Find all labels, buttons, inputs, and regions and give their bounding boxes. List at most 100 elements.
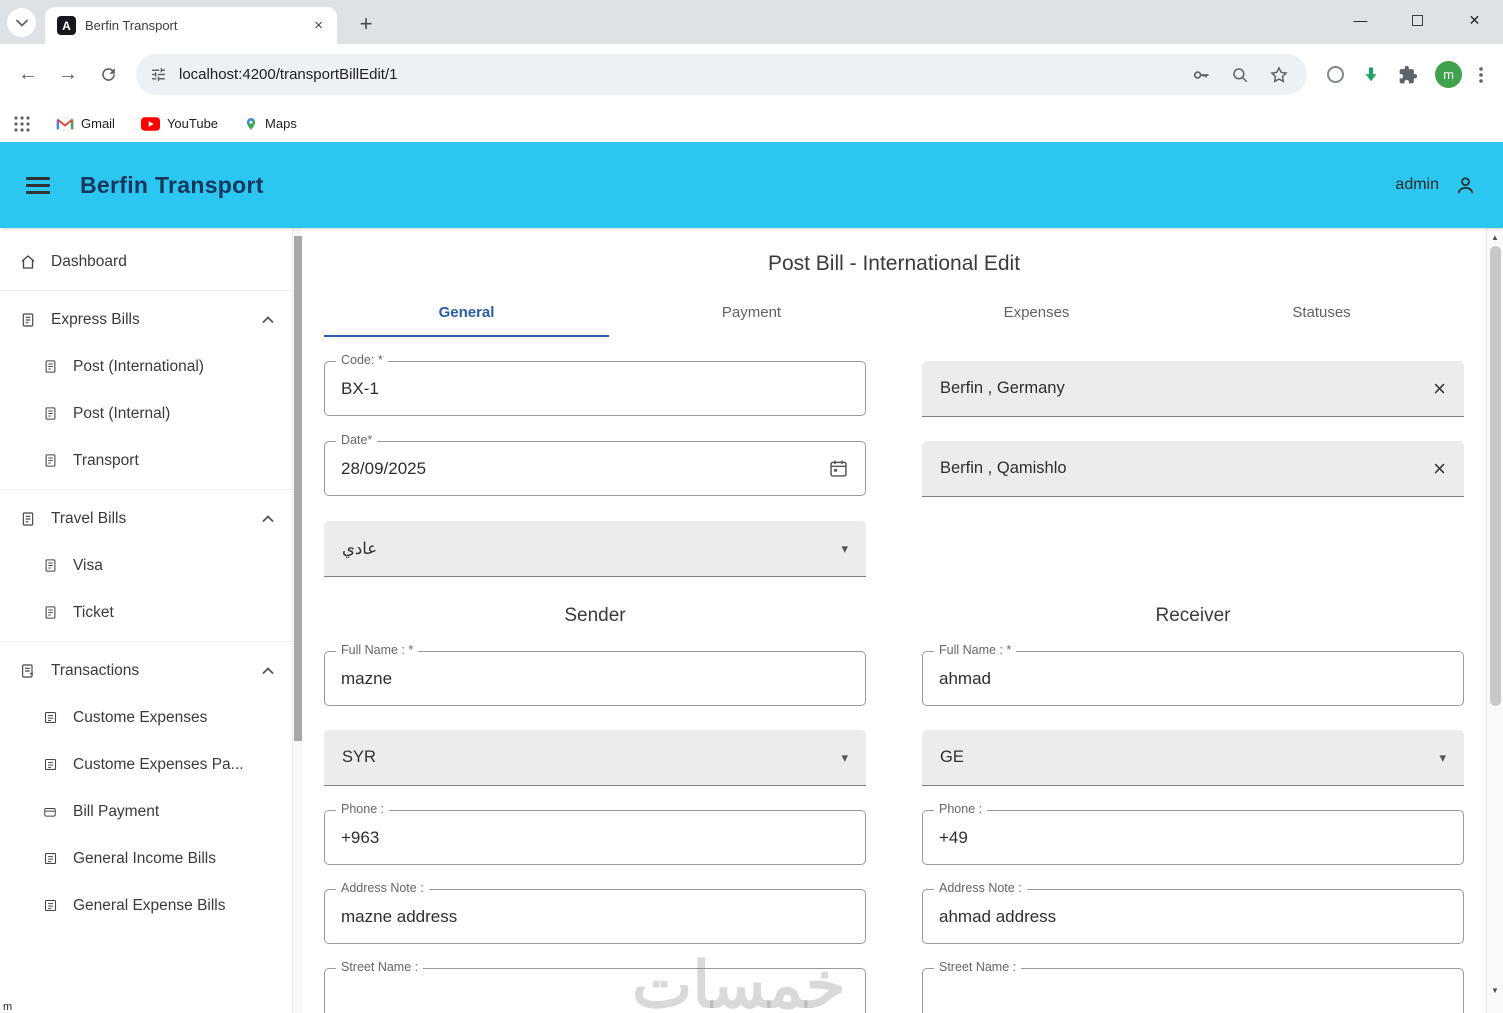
tab-title: Berfin Transport xyxy=(85,18,178,33)
reload-button[interactable] xyxy=(88,55,128,95)
window-close-button[interactable]: ✕ xyxy=(1446,0,1503,40)
scroll-up-arrow[interactable]: ▲ xyxy=(1487,233,1503,242)
chevron-up-icon xyxy=(262,514,274,522)
sender-address-note-field[interactable]: Address Note : mazne address xyxy=(324,881,866,944)
tab-payment[interactable]: Payment xyxy=(609,289,894,337)
menu-kebab-icon[interactable] xyxy=(1479,66,1483,83)
payment-card-icon xyxy=(40,805,60,819)
new-tab-button[interactable]: + xyxy=(351,9,381,39)
origin-branch-field[interactable]: Berfin , Germany × xyxy=(922,361,1464,417)
tab-search-button[interactable] xyxy=(7,8,36,37)
sidebar-item-label: Transport xyxy=(73,451,139,469)
username-text: admin xyxy=(1395,176,1439,193)
maximize-button[interactable] xyxy=(1389,0,1446,40)
sidebar-item-label: Visa xyxy=(73,556,103,574)
sender-country-value: SYR xyxy=(342,748,376,766)
tab-expenses[interactable]: Expenses xyxy=(894,289,1179,337)
sidebar-item-label: Ticket xyxy=(73,603,114,621)
header-user[interactable]: admin xyxy=(1395,174,1477,197)
code-value: BX-1 xyxy=(341,378,379,398)
code-label: Code: * xyxy=(336,353,388,367)
datepicker-toggle[interactable] xyxy=(828,458,849,479)
browser-tab[interactable]: A Berfin Transport × xyxy=(45,7,337,44)
url-text[interactable]: localhost:4200/transportBillEdit/1 xyxy=(179,66,1179,83)
bookmark-label: YouTube xyxy=(166,116,219,131)
sidebar-item-label: Custome Expenses Pa... xyxy=(73,755,244,773)
sidebar-item-bill-payment[interactable]: Bill Payment xyxy=(0,788,292,835)
extension-ring-icon[interactable] xyxy=(1327,66,1344,83)
forward-button[interactable]: → xyxy=(48,55,88,95)
profile-avatar[interactable]: m xyxy=(1435,61,1462,88)
sidebar-group-express-bills[interactable]: Express Bills xyxy=(0,296,292,343)
sender-country-select[interactable]: SYR ▾ xyxy=(324,730,866,786)
clear-icon[interactable]: × xyxy=(1433,377,1446,400)
receiver-country-select[interactable]: GE ▾ xyxy=(922,730,1464,786)
site-info-icon[interactable] xyxy=(150,66,167,83)
date-field[interactable]: Date* 28/09/2025 xyxy=(324,433,866,496)
app-title: Berfin Transport xyxy=(80,171,264,198)
receiver-address-note-field[interactable]: Address Note : ahmad address xyxy=(922,881,1464,944)
sidebar-item-label: Post (Internal) xyxy=(73,404,171,422)
password-key-icon[interactable] xyxy=(1191,65,1211,85)
chevron-down-icon: ▾ xyxy=(841,749,848,765)
receiver-full-name-field[interactable]: Full Name : * ahmad xyxy=(922,643,1464,706)
sidebar-item-custome-expenses-payment[interactable]: Custome Expenses Pa... xyxy=(0,741,292,788)
clear-icon[interactable]: × xyxy=(1433,457,1446,480)
sidebar-item-visa[interactable]: Visa xyxy=(0,542,292,589)
browser-toolbar: ← → localhost:4200/transportBillEdit/1 m xyxy=(0,44,1503,105)
minimize-button[interactable]: — xyxy=(1332,0,1389,40)
bookmark-label: Maps xyxy=(265,116,297,131)
receiver-country-value: GE xyxy=(940,748,964,766)
sidebar-item-general-income-bills[interactable]: General Income Bills xyxy=(0,835,292,882)
sender-street-name-field[interactable]: Street Name : xyxy=(324,960,866,1013)
sidebar-group-travel-bills[interactable]: Travel Bills xyxy=(0,495,292,542)
bill-icon xyxy=(40,452,60,469)
bookmark-star-icon[interactable] xyxy=(1269,65,1289,85)
tab-strip: A Berfin Transport × + — ✕ xyxy=(0,0,1503,44)
code-field[interactable]: Code: * BX-1 xyxy=(324,353,866,416)
zoom-icon[interactable] xyxy=(1231,66,1249,84)
tab-close-icon[interactable]: × xyxy=(310,15,327,36)
sender-heading: Sender xyxy=(564,605,626,626)
receiver-street-name-field[interactable]: Street Name : xyxy=(922,960,1464,1013)
sidebar-scrollbar-thumb[interactable] xyxy=(294,236,302,741)
angular-favicon-icon: A xyxy=(57,16,76,35)
sidebar-group-transactions[interactable]: Transactions xyxy=(0,647,292,694)
sidebar-scrollbar[interactable] xyxy=(292,228,302,1013)
main-scrollbar-thumb[interactable] xyxy=(1490,246,1501,706)
omnibox-icons xyxy=(1191,65,1293,85)
general-form: Code: * BX-1 Berfin , Germany × Date* 28… xyxy=(324,353,1464,1013)
bookmark-gmail[interactable]: Gmail xyxy=(56,116,115,131)
sender-phone-field[interactable]: Phone : +963 xyxy=(324,802,866,865)
apps-grid-icon[interactable] xyxy=(14,115,30,132)
extensions-puzzle-icon[interactable] xyxy=(1398,65,1418,85)
tab-general[interactable]: General xyxy=(324,289,609,337)
sender-full-name-field[interactable]: Full Name : * mazne xyxy=(324,643,866,706)
sidebar-item-ticket[interactable]: Ticket xyxy=(0,589,292,636)
bookmark-maps[interactable]: Maps xyxy=(244,116,297,132)
main-scrollbar[interactable]: ▲ ▼ xyxy=(1486,228,1503,1013)
destination-branch-field[interactable]: Berfin , Qamishlo × xyxy=(922,441,1464,497)
sidebar-item-label: Custome Expenses xyxy=(73,708,208,726)
back-button[interactable]: ← xyxy=(8,55,48,95)
sidebar-item-label: General Expense Bills xyxy=(73,896,226,914)
menu-hamburger-icon[interactable] xyxy=(26,176,50,194)
receiver-phone-field[interactable]: Phone : +49 xyxy=(922,802,1464,865)
sidebar-item-general-expense-bills[interactable]: General Expense Bills xyxy=(0,882,292,929)
download-arrow-icon[interactable] xyxy=(1361,65,1381,85)
app-header: Berfin Transport admin xyxy=(0,142,1503,228)
bill-type-select[interactable]: عادي ▾ xyxy=(324,521,866,577)
divider xyxy=(0,489,292,490)
tab-statuses[interactable]: Statuses xyxy=(1179,289,1464,337)
sidebar-item-custome-expenses[interactable]: Custome Expenses xyxy=(0,694,292,741)
sidebar-item-post-international[interactable]: Post (International) xyxy=(0,343,292,390)
scroll-down-arrow[interactable]: ▼ xyxy=(1487,986,1503,995)
sidebar-item-transport[interactable]: Transport xyxy=(0,437,292,484)
receiver-phone-label: Phone : xyxy=(934,802,988,816)
bookmark-youtube[interactable]: YouTube xyxy=(140,116,219,131)
sidebar-item-post-internal[interactable]: Post (Internal) xyxy=(0,390,292,437)
form-tabs: General Payment Expenses Statuses xyxy=(324,289,1464,337)
sidebar-item-dashboard[interactable]: Dashboard xyxy=(0,238,292,285)
receiver-address-note-value: ahmad address xyxy=(939,906,1057,926)
address-bar[interactable]: localhost:4200/transportBillEdit/1 xyxy=(136,54,1307,95)
